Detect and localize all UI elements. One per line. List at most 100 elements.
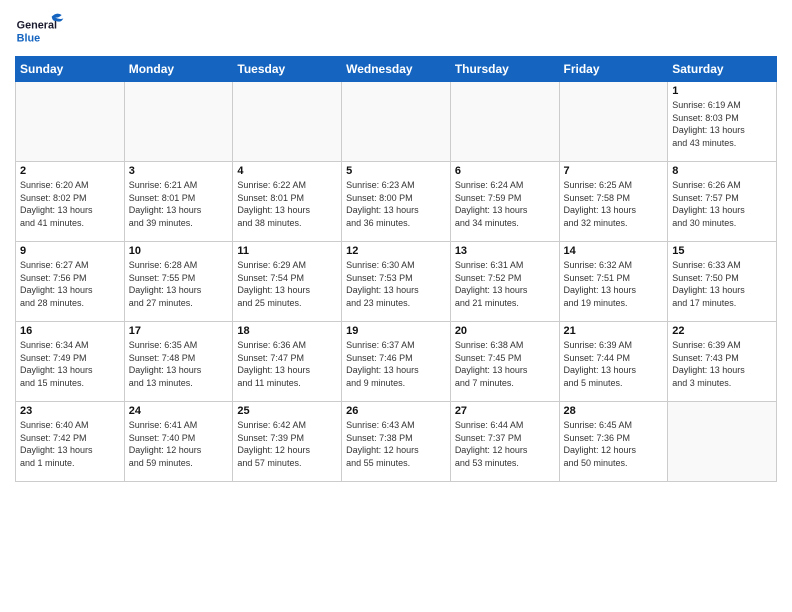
calendar-cell: 6 Sunrise: 6:24 AM Sunset: 7:59 PM Daylig…	[450, 162, 559, 242]
weekday-header-monday: Monday	[124, 57, 233, 82]
calendar-week-row: 16 Sunrise: 6:34 AM Sunset: 7:49 PM Dayli…	[16, 322, 777, 402]
day-info: Sunrise: 6:30 AM Sunset: 7:53 PM Dayligh…	[346, 259, 446, 309]
day-number: 19	[346, 325, 446, 337]
day-info: Sunrise: 6:39 AM Sunset: 7:44 PM Dayligh…	[564, 339, 664, 389]
day-number: 23	[20, 405, 120, 417]
day-info: Sunrise: 6:34 AM Sunset: 7:49 PM Dayligh…	[20, 339, 120, 389]
calendar-cell: 27 Sunrise: 6:44 AM Sunset: 7:37 PM Dayli…	[450, 402, 559, 482]
day-number: 25	[237, 405, 337, 417]
day-info: Sunrise: 6:27 AM Sunset: 7:56 PM Dayligh…	[20, 259, 120, 309]
day-number: 11	[237, 245, 337, 257]
day-number: 22	[672, 325, 772, 337]
day-info: Sunrise: 6:36 AM Sunset: 7:47 PM Dayligh…	[237, 339, 337, 389]
weekday-header-thursday: Thursday	[450, 57, 559, 82]
day-info: Sunrise: 6:43 AM Sunset: 7:38 PM Dayligh…	[346, 419, 446, 469]
calendar-cell	[124, 82, 233, 162]
day-info: Sunrise: 6:38 AM Sunset: 7:45 PM Dayligh…	[455, 339, 555, 389]
day-info: Sunrise: 6:25 AM Sunset: 7:58 PM Dayligh…	[564, 179, 664, 229]
day-number: 21	[564, 325, 664, 337]
day-number: 1	[672, 85, 772, 97]
day-number: 4	[237, 165, 337, 177]
day-number: 16	[20, 325, 120, 337]
weekday-header-friday: Friday	[559, 57, 668, 82]
calendar-cell	[233, 82, 342, 162]
day-number: 3	[129, 165, 229, 177]
calendar-cell: 10 Sunrise: 6:28 AM Sunset: 7:55 PM Dayli…	[124, 242, 233, 322]
day-number: 12	[346, 245, 446, 257]
calendar-cell: 23 Sunrise: 6:40 AM Sunset: 7:42 PM Dayli…	[16, 402, 125, 482]
calendar-cell: 12 Sunrise: 6:30 AM Sunset: 7:53 PM Dayli…	[342, 242, 451, 322]
calendar-cell: 11 Sunrise: 6:29 AM Sunset: 7:54 PM Dayli…	[233, 242, 342, 322]
calendar-cell: 5Sunrise: 6:23 AM Sunset: 8:00 PM Daylig…	[342, 162, 451, 242]
calendar-cell	[450, 82, 559, 162]
day-number: 20	[455, 325, 555, 337]
header: General Blue	[15, 10, 777, 50]
day-info: Sunrise: 6:33 AM Sunset: 7:50 PM Dayligh…	[672, 259, 772, 309]
weekday-header-tuesday: Tuesday	[233, 57, 342, 82]
calendar-cell: 14Sunrise: 6:32 AM Sunset: 7:51 PM Dayli…	[559, 242, 668, 322]
calendar-week-row: 23 Sunrise: 6:40 AM Sunset: 7:42 PM Dayli…	[16, 402, 777, 482]
day-number: 27	[455, 405, 555, 417]
day-info: Sunrise: 6:22 AM Sunset: 8:01 PM Dayligh…	[237, 179, 337, 229]
calendar-cell	[342, 82, 451, 162]
calendar-cell: 20 Sunrise: 6:38 AM Sunset: 7:45 PM Dayli…	[450, 322, 559, 402]
day-info: Sunrise: 6:32 AM Sunset: 7:51 PM Dayligh…	[564, 259, 664, 309]
calendar-cell: 18 Sunrise: 6:36 AM Sunset: 7:47 PM Dayli…	[233, 322, 342, 402]
logo-svg: General Blue	[15, 10, 65, 50]
day-info: Sunrise: 6:26 AM Sunset: 7:57 PM Dayligh…	[672, 179, 772, 229]
calendar-cell: 15 Sunrise: 6:33 AM Sunset: 7:50 PM Dayli…	[668, 242, 777, 322]
day-info: Sunrise: 6:35 AM Sunset: 7:48 PM Dayligh…	[129, 339, 229, 389]
day-number: 13	[455, 245, 555, 257]
calendar-cell: 25 Sunrise: 6:42 AM Sunset: 7:39 PM Dayli…	[233, 402, 342, 482]
calendar-week-row: 2 Sunrise: 6:20 AM Sunset: 8:02 PM Daylig…	[16, 162, 777, 242]
day-info: Sunrise: 6:28 AM Sunset: 7:55 PM Dayligh…	[129, 259, 229, 309]
day-number: 10	[129, 245, 229, 257]
weekday-header-sunday: Sunday	[16, 57, 125, 82]
day-number: 18	[237, 325, 337, 337]
logo: General Blue	[15, 10, 65, 50]
day-number: 15	[672, 245, 772, 257]
day-info: Sunrise: 6:20 AM Sunset: 8:02 PM Dayligh…	[20, 179, 120, 229]
day-number: 9	[20, 245, 120, 257]
calendar-cell: 24 Sunrise: 6:41 AM Sunset: 7:40 PM Dayli…	[124, 402, 233, 482]
day-number: 24	[129, 405, 229, 417]
day-info: Sunrise: 6:45 AM Sunset: 7:36 PM Dayligh…	[564, 419, 664, 469]
calendar-cell: 7Sunrise: 6:25 AM Sunset: 7:58 PM Daylig…	[559, 162, 668, 242]
day-info: Sunrise: 6:40 AM Sunset: 7:42 PM Dayligh…	[20, 419, 120, 469]
calendar-week-row: 9 Sunrise: 6:27 AM Sunset: 7:56 PM Daylig…	[16, 242, 777, 322]
day-number: 26	[346, 405, 446, 417]
svg-text:Blue: Blue	[17, 33, 40, 45]
day-info: Sunrise: 6:21 AM Sunset: 8:01 PM Dayligh…	[129, 179, 229, 229]
day-number: 8	[672, 165, 772, 177]
calendar-cell: 1Sunrise: 6:19 AM Sunset: 8:03 PM Daylig…	[668, 82, 777, 162]
calendar-cell: 13 Sunrise: 6:31 AM Sunset: 7:52 PM Dayli…	[450, 242, 559, 322]
calendar-cell: 26 Sunrise: 6:43 AM Sunset: 7:38 PM Dayli…	[342, 402, 451, 482]
day-number: 2	[20, 165, 120, 177]
day-info: Sunrise: 6:42 AM Sunset: 7:39 PM Dayligh…	[237, 419, 337, 469]
calendar-cell: 21 Sunrise: 6:39 AM Sunset: 7:44 PM Dayli…	[559, 322, 668, 402]
day-info: Sunrise: 6:41 AM Sunset: 7:40 PM Dayligh…	[129, 419, 229, 469]
day-info: Sunrise: 6:23 AM Sunset: 8:00 PM Dayligh…	[346, 179, 446, 229]
calendar-cell	[668, 402, 777, 482]
calendar-cell: 8 Sunrise: 6:26 AM Sunset: 7:57 PM Daylig…	[668, 162, 777, 242]
day-info: Sunrise: 6:37 AM Sunset: 7:46 PM Dayligh…	[346, 339, 446, 389]
weekday-header-saturday: Saturday	[668, 57, 777, 82]
day-number: 28	[564, 405, 664, 417]
calendar-cell: 17Sunrise: 6:35 AM Sunset: 7:48 PM Dayli…	[124, 322, 233, 402]
day-info: Sunrise: 6:44 AM Sunset: 7:37 PM Dayligh…	[455, 419, 555, 469]
calendar-table: SundayMondayTuesdayWednesdayThursdayFrid…	[15, 56, 777, 482]
day-info: Sunrise: 6:31 AM Sunset: 7:52 PM Dayligh…	[455, 259, 555, 309]
svg-text:General: General	[17, 19, 57, 31]
calendar-cell	[16, 82, 125, 162]
calendar-cell: 9 Sunrise: 6:27 AM Sunset: 7:56 PM Daylig…	[16, 242, 125, 322]
day-info: Sunrise: 6:29 AM Sunset: 7:54 PM Dayligh…	[237, 259, 337, 309]
day-info: Sunrise: 6:24 AM Sunset: 7:59 PM Dayligh…	[455, 179, 555, 229]
calendar-cell: 3 Sunrise: 6:21 AM Sunset: 8:01 PM Daylig…	[124, 162, 233, 242]
calendar-cell: 2 Sunrise: 6:20 AM Sunset: 8:02 PM Daylig…	[16, 162, 125, 242]
weekday-header-wednesday: Wednesday	[342, 57, 451, 82]
day-number: 6	[455, 165, 555, 177]
calendar-cell: 16 Sunrise: 6:34 AM Sunset: 7:49 PM Dayli…	[16, 322, 125, 402]
page: General Blue SundayMondayTuesdayWednesda…	[0, 0, 792, 612]
day-info: Sunrise: 6:39 AM Sunset: 7:43 PM Dayligh…	[672, 339, 772, 389]
calendar-week-row: 1Sunrise: 6:19 AM Sunset: 8:03 PM Daylig…	[16, 82, 777, 162]
